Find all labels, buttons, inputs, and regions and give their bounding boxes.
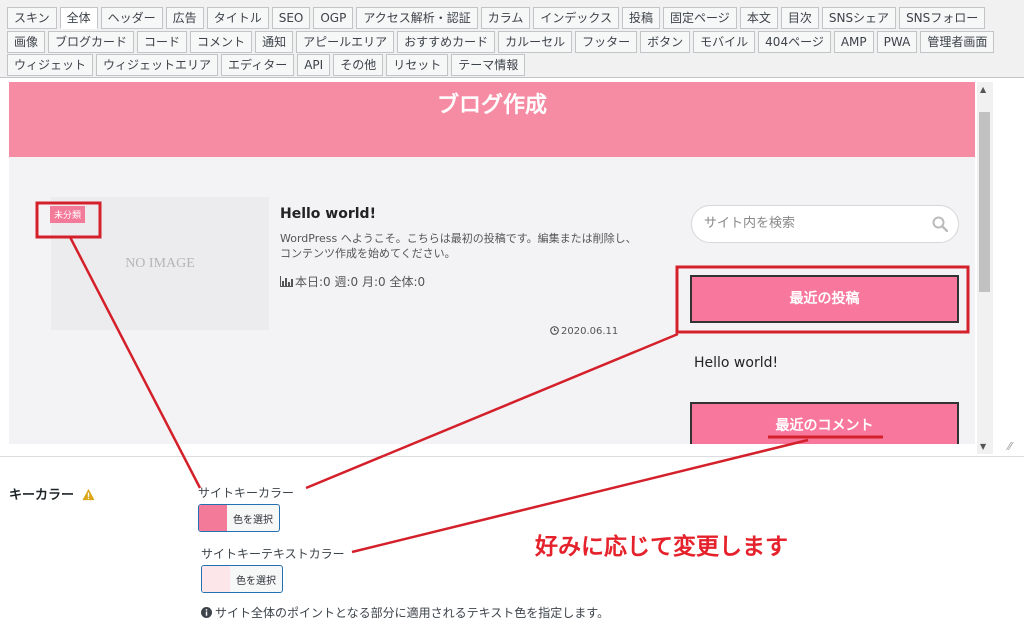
tab-row1-12[interactable]: 本文 [739, 7, 778, 29]
tab-row1-7[interactable]: アクセス解析・認証 [356, 7, 478, 29]
tab-row1-6[interactable]: OGP [313, 7, 354, 29]
site-key-text-color-label: サイトキーテキストカラー [201, 547, 345, 561]
post-title[interactable]: Hello world! [280, 206, 376, 222]
tab-row1-14[interactable]: SNSシェア [821, 7, 897, 29]
scroll-thumb[interactable] [979, 112, 990, 292]
tab-row2-7[interactable]: カルーセル [498, 31, 573, 53]
tab-row1-3[interactable]: 広告 [165, 7, 204, 29]
tab-row2-13[interactable]: PWA [876, 31, 918, 53]
site-key-text-color-button-label: 色を選択 [236, 575, 276, 587]
tab-row2-2[interactable]: コード [137, 31, 188, 53]
tab-row1-1[interactable]: 全体 [59, 7, 98, 29]
search-input[interactable]: サイト内を検索 [691, 205, 959, 243]
resize-grip-icon[interactable]: ⁄⁄ [1008, 440, 1012, 453]
tab-row1-5[interactable]: SEO [271, 7, 311, 29]
chart-icon [280, 276, 293, 287]
no-image-text: NO IMAGE [125, 255, 195, 271]
recent-post-link[interactable]: Hello world! [694, 355, 778, 371]
theme-preview: ブログ作成 NO IMAGE 未分類 Hello world! WordPres… [9, 82, 975, 444]
tab-row2-6[interactable]: おすすめカード [397, 31, 496, 53]
search-placeholder: サイト内を検索 [704, 216, 796, 231]
scroll-down-arrow[interactable]: ▼ [980, 442, 986, 451]
search-icon[interactable] [932, 216, 948, 232]
info-icon [201, 607, 212, 618]
post-stats-text: 本日:0 週:0 月:0 全体:0 [295, 275, 426, 289]
tab-row-2: 画像 ブログカード コード コメント 通知 アピールエリア おすすめカード カルーセル フッター… [7, 31, 995, 53]
tab-row2-5[interactable]: アピールエリア [296, 31, 395, 53]
site-key-color-button-label: 色を選択 [233, 514, 273, 526]
tab-row1-8[interactable]: カラム [480, 7, 531, 29]
key-color-label-text: キーカラー [9, 488, 75, 503]
tab-row1-15[interactable]: SNSフォロー [899, 7, 986, 29]
tab-row3-5[interactable]: リセット [386, 54, 449, 76]
category-badge[interactable]: 未分類 [50, 206, 86, 223]
help-text: サイト全体のポイントとなる部分に適用されるテキスト色を指定します。 [201, 604, 609, 621]
tab-row2-11[interactable]: 404ページ [758, 31, 831, 53]
tab-row2-4[interactable]: 通知 [255, 31, 294, 53]
widget-title-recent-comments: 最近のコメント [690, 402, 959, 444]
widget-title-recent-posts: 最近の投稿 [690, 275, 959, 323]
help-text-content: サイト全体のポイントとなる部分に適用されるテキスト色を指定します。 [215, 606, 610, 620]
warning-icon [82, 488, 95, 501]
tab-row-3: ウィジェット ウィジェットエリア エディター API その他 リセット テーマ情報 [7, 54, 526, 76]
tab-row2-9[interactable]: ボタン [640, 31, 691, 53]
tab-row2-8[interactable]: フッター [575, 31, 638, 53]
site-key-text-color-button[interactable]: 色を選択 [201, 565, 283, 593]
tab-row2-0[interactable]: 画像 [7, 31, 46, 53]
site-key-color-label: サイトキーカラー [198, 486, 295, 500]
tab-row2-14[interactable]: 管理者画面 [920, 31, 995, 53]
site-title[interactable]: ブログ作成 [437, 93, 547, 118]
tab-row2-12[interactable]: AMP [833, 31, 874, 53]
key-color-section-label: キーカラー [9, 484, 95, 503]
settings-tabs: スキン 全体 ヘッダー 広告 タイトル SEO OGP アクセス解析・認証 カラム インデックス投… [0, 0, 1024, 78]
tab-row1-4[interactable]: タイトル [206, 7, 269, 29]
tab-row3-0[interactable]: ウィジェット [7, 54, 94, 76]
tab-row3-2[interactable]: エディター [221, 54, 295, 76]
tab-row1-9[interactable]: インデックス [533, 7, 620, 29]
annotation-note: 好みに応じて変更します [535, 534, 788, 560]
divider [0, 456, 1024, 457]
tab-row2-3[interactable]: コメント [190, 31, 253, 53]
site-header: ブログ作成 [9, 82, 975, 157]
tab-row2-1[interactable]: ブログカード [48, 31, 135, 53]
post-stats: 本日:0 週:0 月:0 全体:0 [280, 273, 425, 290]
tab-row1-2[interactable]: ヘッダー [100, 7, 163, 29]
tab-row3-1[interactable]: ウィジェットエリア [96, 54, 219, 76]
clock-icon [550, 326, 559, 335]
post-date-text: 2020.06.11 [561, 326, 619, 337]
tab-row2-10[interactable]: モバイル [693, 31, 756, 53]
site-key-text-color-swatch [202, 566, 230, 592]
scroll-up-arrow[interactable]: ▲ [980, 85, 986, 94]
post-date: 2020.06.11 [550, 326, 618, 337]
site-key-color-button[interactable]: 色を選択 [198, 504, 280, 532]
tab-row1-13[interactable]: 目次 [780, 7, 819, 29]
preview-scrollbar[interactable]: ▲ ▼ [977, 82, 993, 454]
tab-row1-0[interactable]: スキン [7, 7, 57, 29]
tab-row3-6[interactable]: テーマ情報 [451, 54, 526, 76]
tab-row3-3[interactable]: API [297, 54, 331, 76]
tab-row1-10[interactable]: 投稿 [622, 7, 661, 29]
tab-row3-4[interactable]: その他 [333, 54, 384, 76]
site-key-color-swatch [199, 505, 227, 531]
tab-row-1: スキン 全体 ヘッダー 広告 タイトル SEO OGP アクセス解析・認証 カラム インデックス投… [7, 7, 986, 29]
tab-row1-11[interactable]: 固定ページ [663, 7, 737, 29]
post-excerpt: WordPress へようこそ。こちらは最初の投稿です。編集または削除し、コンテ… [280, 232, 637, 260]
